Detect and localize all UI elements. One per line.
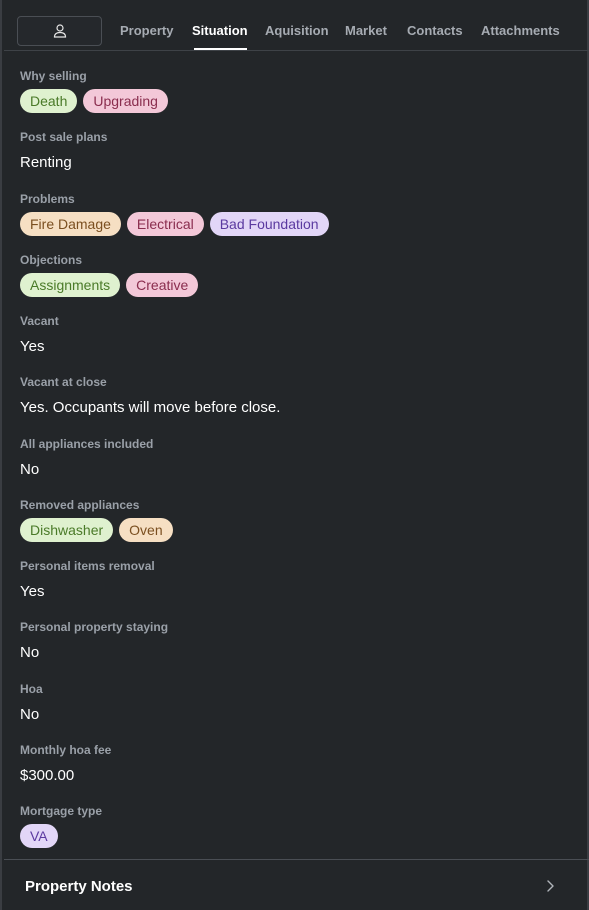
- tab-market[interactable]: Market: [345, 23, 387, 38]
- chip-list: Dishwasher Oven: [20, 518, 173, 542]
- field-post-sale-plans: Post sale plans Renting: [20, 130, 107, 171]
- field-problems: Problems Fire Damage Electrical Bad Foun…: [20, 192, 329, 236]
- field-label: Removed appliances: [20, 498, 140, 512]
- field-label: Objections: [20, 253, 83, 267]
- field-all-appliances: All appliances included No: [20, 437, 153, 478]
- field-value: Yes. Occupants will move before close.: [20, 399, 281, 416]
- field-objections: Objections Assignments Creative: [20, 253, 199, 297]
- profile-button[interactable]: [17, 16, 102, 46]
- field-personal-property-staying: Personal property staying No: [20, 620, 168, 661]
- field-vacant: Vacant Yes: [20, 314, 59, 355]
- field-value: No: [20, 644, 40, 661]
- field-removed-appliances: Removed appliances Dishwasher Oven: [20, 498, 173, 542]
- person-icon: [53, 24, 66, 38]
- field-vacant-at-close: Vacant at close Yes. Occupants will move…: [20, 375, 280, 416]
- chip-list: VA: [20, 824, 102, 848]
- field-label: Why selling: [20, 69, 87, 83]
- field-personal-items-removal: Personal items removal Yes: [20, 559, 155, 600]
- tab-bar: Property Situation Aquisition Market Con…: [4, 0, 589, 51]
- chip-list: Fire Damage Electrical Bad Foundation: [20, 212, 329, 236]
- chip-dishwasher: Dishwasher: [20, 518, 114, 542]
- chip-va: VA: [20, 824, 58, 848]
- chip-list: Assignments Creative: [20, 273, 199, 297]
- field-mortgage-type: Mortgage type VA: [20, 804, 102, 848]
- chip-list: Death Upgrading: [20, 89, 168, 113]
- field-label: Personal items removal: [20, 559, 155, 573]
- property-notes-row[interactable]: Property Notes: [4, 859, 589, 910]
- chip-electrical: Electrical: [126, 212, 204, 236]
- field-hoa: Hoa No: [20, 682, 43, 723]
- tab-situation[interactable]: Situation: [192, 23, 248, 38]
- field-value: Yes: [20, 583, 45, 600]
- field-label: Vacant at close: [20, 375, 107, 389]
- property-notes-title: Property Notes: [25, 878, 133, 895]
- field-value: No: [20, 706, 40, 723]
- chip-bad-foundation: Bad Foundation: [209, 212, 329, 236]
- field-label: Mortgage type: [20, 804, 103, 818]
- tab-aquisition[interactable]: Aquisition: [265, 23, 329, 38]
- field-label: Hoa: [20, 682, 43, 696]
- field-value: No: [20, 461, 40, 478]
- field-value: Renting: [20, 154, 72, 171]
- field-label: Problems: [20, 192, 75, 206]
- field-value: Yes: [20, 338, 45, 355]
- tab-attachments[interactable]: Attachments: [481, 23, 560, 38]
- field-label: All appliances included: [20, 437, 154, 451]
- chip-death: Death: [20, 89, 78, 113]
- situation-panel: Property Situation Aquisition Market Con…: [0, 0, 589, 910]
- field-monthly-hoa-fee: Monthly hoa fee $300.00: [20, 743, 111, 784]
- tab-contacts[interactable]: Contacts: [407, 23, 463, 38]
- field-label: Vacant: [20, 314, 59, 328]
- field-why-selling: Why selling Death Upgrading: [20, 69, 168, 113]
- field-label: Monthly hoa fee: [20, 743, 112, 757]
- field-label: Personal property staying: [20, 620, 169, 634]
- tab-property[interactable]: Property: [120, 23, 173, 38]
- chip-upgrading: Upgrading: [83, 89, 168, 113]
- active-tab-indicator: [194, 48, 247, 50]
- chip-fire-damage: Fire Damage: [20, 212, 121, 236]
- chip-assignments: Assignments: [20, 273, 121, 297]
- field-value: $300.00: [20, 767, 75, 784]
- chip-creative: Creative: [126, 273, 199, 297]
- field-label: Post sale plans: [20, 130, 108, 144]
- chevron-right-icon: [547, 880, 554, 892]
- chip-oven: Oven: [119, 518, 173, 542]
